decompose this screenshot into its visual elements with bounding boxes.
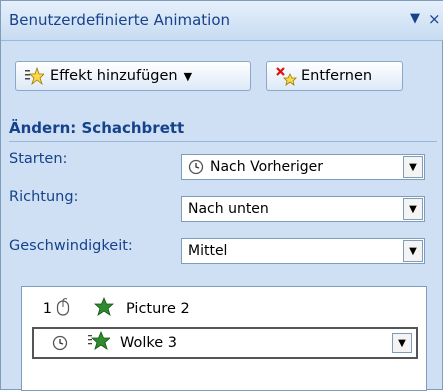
add-effect-star-icon	[24, 66, 45, 86]
custom-animation-pane: Benutzerdefinierte Animation ▼ × Effekt …	[0, 0, 443, 391]
start-dropdown-arrow[interactable]: ▼	[403, 156, 423, 178]
direction-value: Nach unten	[188, 201, 269, 217]
start-label: Starten:	[9, 151, 68, 167]
add-effect-label: Effekt hinzufügen	[50, 68, 178, 84]
start-select[interactable]: Nach Vorheriger ▼	[181, 154, 425, 180]
start-value: Nach Vorheriger	[210, 159, 324, 175]
mouse-click-icon	[56, 298, 76, 320]
list-item[interactable]: 1 Picture 2	[32, 293, 418, 325]
direction-dropdown-arrow[interactable]: ▼	[403, 198, 423, 220]
add-effect-button[interactable]: Effekt hinzufügen ▼	[15, 61, 251, 91]
pane-menu-button[interactable]: ▼	[407, 9, 423, 29]
animation-list[interactable]: 1 Picture 2 Wolke 3 ▼	[21, 286, 427, 391]
clock-icon	[188, 159, 204, 175]
direction-label: Richtung:	[9, 189, 79, 205]
clock-icon	[48, 335, 72, 351]
speed-value: Mittel	[188, 243, 228, 259]
pane-close-button[interactable]: ×	[428, 9, 443, 29]
speed-label: Geschwindigkeit:	[9, 238, 133, 254]
speed-dropdown-arrow[interactable]: ▼	[403, 240, 423, 262]
remove-label: Entfernen	[301, 68, 373, 84]
item-number: 1	[42, 301, 52, 317]
chevron-down-icon: ▼	[183, 69, 193, 83]
section-divider	[9, 141, 437, 142]
pane-titlebar: Benutzerdefinierte Animation ▼ ×	[1, 1, 443, 41]
direction-select[interactable]: Nach unten ▼	[181, 196, 425, 222]
effect-star-icon	[93, 296, 118, 321]
remove-effect-icon	[275, 66, 297, 86]
pane-title: Benutzerdefinierte Animation	[9, 11, 231, 29]
section-title: Ändern: Schachbrett	[9, 119, 185, 137]
remove-button[interactable]: Entfernen	[266, 61, 403, 91]
item-label: Wolke 3	[120, 335, 178, 351]
list-item-selected[interactable]: Wolke 3 ▼	[32, 327, 418, 359]
item-label: Picture 2	[126, 301, 190, 317]
item-dropdown-arrow[interactable]: ▼	[392, 333, 412, 353]
speed-select[interactable]: Mittel ▼	[181, 238, 425, 264]
effect-star-icon	[88, 330, 112, 355]
